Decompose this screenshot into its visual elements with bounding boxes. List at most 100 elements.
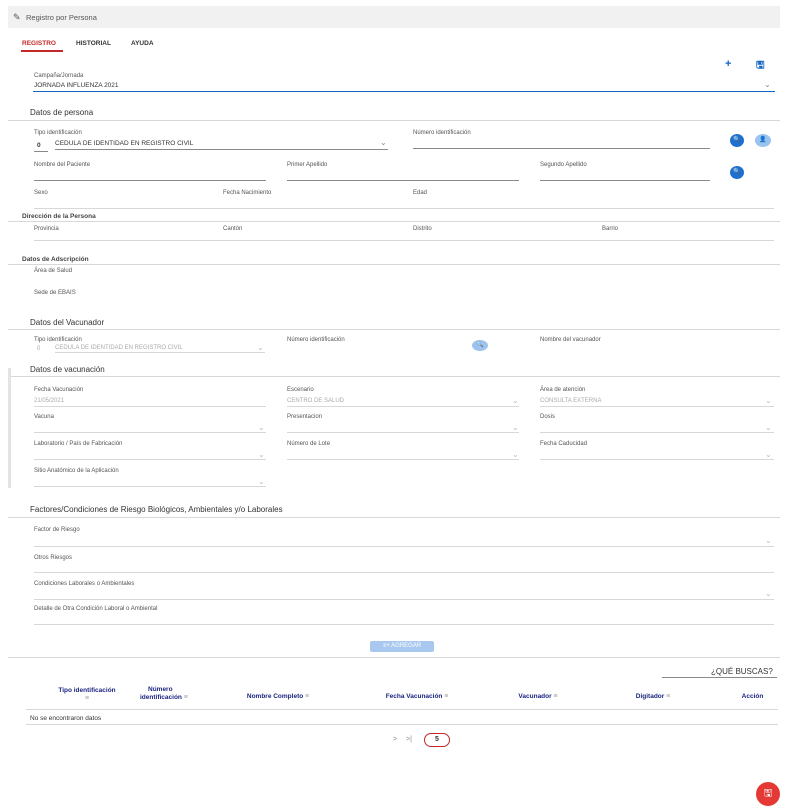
sitio-anatomico-select[interactable] <box>34 486 266 487</box>
chevron-down-icon[interactable]: ⌄ <box>512 450 519 459</box>
th-vacunador[interactable]: Vacunador ≡ <box>508 693 568 701</box>
th-nombre-completo[interactable]: Nombre Completo ≡ <box>233 693 323 701</box>
laboratorio-select[interactable] <box>34 459 266 460</box>
caducidad-field[interactable] <box>540 459 774 460</box>
add-list-icon: ≡+ <box>382 643 392 649</box>
chevron-down-icon[interactable]: ⌄ <box>765 589 772 598</box>
area-atencion-label: Área de atención <box>540 387 586 393</box>
th-fecha-vacunacion[interactable]: Fecha Vacunación ≡ <box>372 693 462 701</box>
search-name-button[interactable]: 🔍 <box>730 166 744 179</box>
window-titlebar: ✎ Registro por Persona <box>8 6 780 28</box>
pager-next-button[interactable]: > <box>393 736 397 743</box>
vacunador-tipo-select[interactable]: CEDULA DE IDENTIDAD EN REGISTRO CIVIL <box>55 345 183 351</box>
window-title: Registro por Persona <box>26 13 97 22</box>
filter-icon[interactable]: ≡ <box>184 694 188 701</box>
chevron-down-icon[interactable]: ⌄ <box>512 396 519 405</box>
tipo-id-select[interactable]: CEDULA DE IDENTIDAD EN REGISTRO CIVIL <box>55 140 193 147</box>
save-fab-button[interactable]: 🖫 <box>756 782 780 806</box>
vacuna-label: Vacuna <box>34 414 54 420</box>
dosis-label: Dosis <box>540 414 556 420</box>
chevron-down-icon[interactable]: ⌄ <box>765 423 772 432</box>
area-atencion-select[interactable]: CONSULTA EXTERNA <box>540 398 601 404</box>
numero-id-field[interactable] <box>413 148 710 149</box>
divider <box>8 221 780 222</box>
th-label: Vacunador <box>518 693 552 700</box>
fecha-vacunacion-label: Fecha Vacunación <box>34 387 84 393</box>
sexo-label: Sexo <box>34 190 48 196</box>
table-header-divider <box>26 709 778 710</box>
search-person-button[interactable]: 🔍 <box>730 134 744 147</box>
add-icon[interactable]: + <box>725 58 731 70</box>
primer-apellido-field[interactable] <box>287 180 519 181</box>
chevron-down-icon[interactable]: ⌄ <box>765 536 772 545</box>
section-vacunacion: Datos de vacunación <box>30 365 105 374</box>
fecha-vacunacion-underline <box>34 406 266 407</box>
save-icon[interactable]: 🖫 <box>756 58 765 75</box>
section-adscripcion: Datos de Adscripción <box>22 256 89 263</box>
lote-select[interactable] <box>287 459 519 460</box>
detalle-condicion-label: Detalle de Otra Condición Laboral o Ambi… <box>34 606 158 612</box>
campaign-label: Campaña/Jornada <box>34 73 84 79</box>
chevron-down-icon[interactable]: ⌄ <box>258 477 265 486</box>
th-label: Tipo identificación <box>58 687 116 694</box>
agregar-button[interactable]: ≡+ AGREGAR <box>370 641 434 652</box>
search-vacunador-button[interactable]: 🔍 <box>472 340 488 351</box>
divider <box>34 240 774 241</box>
numero-id-label: Número identificación <box>413 130 471 136</box>
presentacion-select[interactable] <box>287 432 519 433</box>
filter-icon[interactable]: ≡ <box>52 695 122 703</box>
th-label: Fecha Vacunación <box>385 693 443 700</box>
tab-registro[interactable]: REGISTRO <box>22 40 56 47</box>
barrio-label: Barrio <box>602 226 619 232</box>
th-label: Acción <box>741 693 764 700</box>
sitio-anatomico-label: Sitio Anatómico de la Aplicación <box>34 468 119 474</box>
th-tipo-identificacion[interactable]: Tipo identificación ≡ <box>52 687 122 703</box>
edad-label: Edad <box>413 190 428 196</box>
page-size-select[interactable]: 5 <box>424 733 450 747</box>
dosis-select[interactable] <box>540 432 774 433</box>
user-edit-icon: ✎ <box>13 12 21 22</box>
vacunador-tipo-code: 0 <box>37 346 41 352</box>
chevron-down-icon[interactable]: ⌄ <box>258 423 265 432</box>
nombre-field[interactable] <box>34 180 266 181</box>
tab-historial[interactable]: HISTORIAL <box>76 40 111 47</box>
condiciones-select[interactable] <box>34 599 774 600</box>
pager-last-button[interactable]: >| <box>406 736 412 743</box>
search-label: ¿QUÉ BUSCAS? <box>711 667 773 676</box>
chevron-down-icon[interactable]: ⌄ <box>512 423 519 432</box>
fecha-vacunacion-field[interactable]: 21/05/2021 <box>34 398 64 404</box>
filter-icon[interactable]: ≡ <box>444 693 448 700</box>
chevron-down-icon[interactable]: ⌄ <box>257 343 264 352</box>
tab-ayuda[interactable]: AYUDA <box>131 40 154 47</box>
campaign-select[interactable]: JORNADA INFLUENZA 2021 <box>34 82 119 89</box>
factor-riesgo-select[interactable] <box>34 546 774 547</box>
vacuna-select[interactable] <box>34 432 266 433</box>
search-icon: 🔍 <box>733 169 741 175</box>
chevron-down-icon[interactable]: ⌄ <box>764 80 771 89</box>
search-input[interactable] <box>662 677 777 678</box>
divider <box>34 208 774 209</box>
vacunador-numero-label: Número identificación <box>287 337 345 343</box>
filter-icon[interactable]: ≡ <box>553 693 557 700</box>
chevron-down-icon[interactable]: ⌄ <box>380 138 387 147</box>
detalle-condicion-field[interactable] <box>34 624 774 625</box>
tipo-id-code: 0 <box>37 142 41 149</box>
th-digitador[interactable]: Digitador ≡ <box>618 693 688 701</box>
divider <box>26 724 778 725</box>
add-person-button[interactable]: 👤 <box>755 134 771 147</box>
chevron-down-icon[interactable]: ⌄ <box>765 450 772 459</box>
distrito-label: Distrito <box>413 226 432 232</box>
section-datos-persona: Datos de persona <box>30 108 94 117</box>
fecha-nacimiento-label: Fecha Nacimiento <box>223 190 272 196</box>
area-salud-label: Área de Salud <box>34 268 73 274</box>
escenario-select[interactable]: CENTRO DE SALUD <box>287 398 344 404</box>
floppy-disk-icon: 🖫 <box>763 788 773 799</box>
th-numero-identificacion[interactable]: Número identificación ≡ <box>140 686 195 702</box>
filter-icon[interactable]: ≡ <box>666 693 670 700</box>
chevron-down-icon[interactable]: ⌄ <box>258 450 265 459</box>
filter-icon[interactable]: ≡ <box>305 693 309 700</box>
otros-riesgos-field[interactable] <box>34 572 774 573</box>
chevron-down-icon[interactable]: ⌄ <box>765 396 772 405</box>
th-label: Número <box>148 686 173 693</box>
segundo-apellido-field[interactable] <box>540 180 710 181</box>
